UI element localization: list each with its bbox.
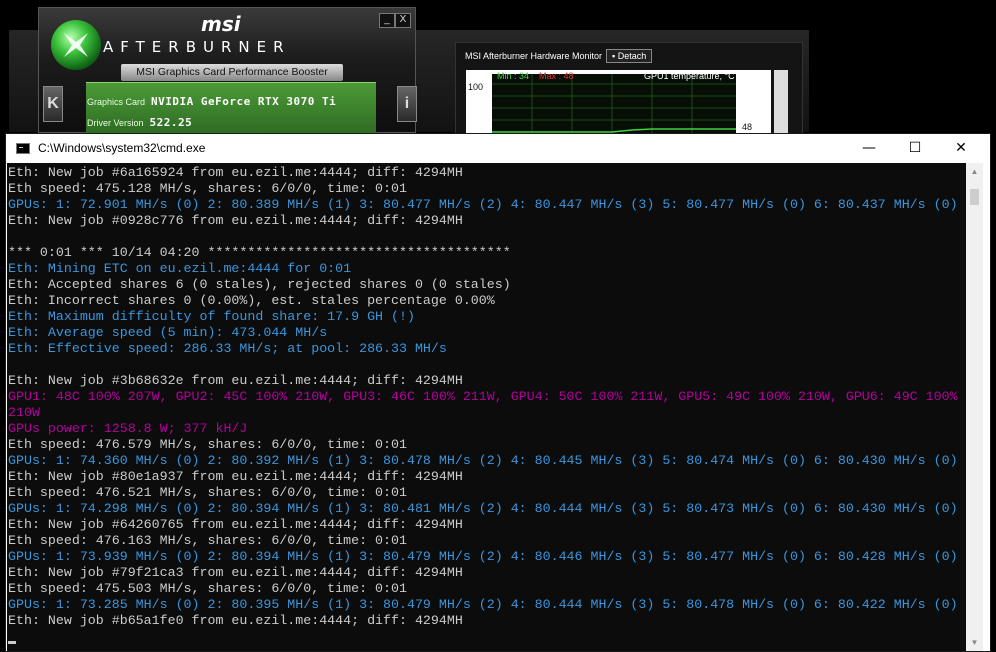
console-line: Eth: New job #0928c776 from eu.ezil.me:4…	[8, 213, 463, 228]
console-line: Eth: Average speed (5 min): 473.044 MH/s	[8, 325, 328, 340]
temperature-graph: Min : 34 Max : 48 GPU1 temperature, °C 1…	[466, 70, 771, 135]
graph-min-label: Min : 34	[497, 71, 530, 81]
hardware-monitor-window: MSI Afterburner Hardware Monitor ▪ Detac…	[455, 42, 803, 136]
afterburner-minimize-button[interactable]: _	[379, 13, 395, 28]
cmd-window: C:\Windows\system32\cmd.exe — ☐ ✕ Eth: N…	[5, 133, 991, 652]
hardware-monitor-title: MSI Afterburner Hardware Monitor	[465, 51, 603, 61]
console-line: Eth speed: 475.128 MH/s, shares: 6/0/0, …	[8, 181, 407, 196]
console-line: Eth: New job #3b68632e from eu.ezil.me:4…	[8, 373, 463, 388]
console-line: GPU1: 48C 100% 207W, GPU2: 45C 100% 210W…	[8, 389, 958, 404]
console-line: Eth speed: 475.503 MH/s, shares: 6/0/0, …	[8, 581, 407, 596]
console-line: GPUs: 1: 74.360 MH/s (0) 2: 80.392 MH/s …	[8, 453, 958, 468]
console-output[interactable]: Eth: New job #6a165924 from eu.ezil.me:4…	[7, 163, 966, 651]
console-line: GPUs: 1: 73.939 MH/s (0) 2: 80.394 MH/s …	[8, 549, 958, 564]
graph-grid	[492, 74, 736, 135]
console-line: Eth: New job #b65a1fe0 from eu.ezil.me:4…	[8, 613, 463, 628]
console-line: Eth: New job #79f21ca3 from eu.ezil.me:4…	[8, 565, 463, 580]
console-line: Eth: Mining ETC on eu.ezil.me:4444 for 0…	[8, 261, 352, 276]
detach-label: Detach	[617, 51, 647, 61]
hardware-monitor-scrollbar[interactable]	[774, 70, 788, 135]
console-line: 210W	[8, 405, 40, 420]
console-line: Eth speed: 476.521 MH/s, shares: 6/0/0, …	[8, 485, 407, 500]
graph-scale-top: 100	[468, 82, 484, 92]
graph-max-label: Max : 48	[539, 71, 574, 81]
afterburner-left-button[interactable]: K	[43, 86, 63, 122]
maximize-button[interactable]: ☐	[892, 134, 938, 163]
close-button[interactable]: ✕	[938, 134, 984, 163]
graph-plot-area	[492, 74, 736, 135]
afterburner-info-panel: Graphics Card NVIDIA GeForce RTX 3070 Ti …	[86, 82, 376, 135]
graphics-card-row: Graphics Card NVIDIA GeForce RTX 3070 Ti	[87, 95, 336, 108]
graphics-card-label: Graphics Card	[87, 97, 146, 107]
text-cursor	[8, 641, 16, 644]
driver-version-label: Driver Version	[87, 118, 144, 128]
console-line: *** 0:01 *** 10/14 04:20 ***************…	[8, 245, 511, 260]
driver-version-value: 522.25	[149, 116, 193, 129]
console-line: GPUs: 1: 72.901 MH/s (0) 2: 80.389 MH/s …	[8, 197, 958, 212]
console-line: Eth: Effective speed: 286.33 MH/s; at po…	[8, 341, 447, 356]
afterburner-title: Afterburner	[103, 38, 291, 56]
scroll-up-arrow-icon[interactable]: ▲	[966, 163, 983, 180]
afterburner-window: msi Afterburner _ X MSI Graphics Card Pe…	[38, 7, 417, 135]
driver-version-row: Driver Version 522.25	[87, 116, 192, 129]
scroll-thumb[interactable]	[970, 189, 979, 205]
xbox-style-logo-icon	[51, 20, 101, 70]
minimize-button[interactable]: —	[846, 134, 892, 163]
detach-button[interactable]: ▪ Detach	[606, 49, 653, 63]
cmd-app-icon[interactable]	[16, 143, 30, 154]
graph-current-value: 48	[742, 122, 753, 132]
console-line: Eth: Incorrect shares 0 (0.00%), est. st…	[8, 293, 495, 308]
temperature-line	[492, 128, 736, 133]
console-line: Eth: New job #64260765 from eu.ezil.me:4…	[8, 517, 463, 532]
graph-series-label: GPU1 temperature, °C	[644, 71, 735, 81]
console-line: GPUs: 1: 74.298 MH/s (0) 2: 80.394 MH/s …	[8, 501, 958, 516]
console-line: Eth: Accepted shares 6 (0 stales), rejec…	[8, 277, 511, 292]
console-line: Eth: Maximum difficulty of found share: …	[8, 309, 415, 324]
afterburner-info-button[interactable]: i	[397, 86, 417, 122]
graphics-card-value: NVIDIA GeForce RTX 3070 Ti	[151, 95, 337, 108]
console-line: GPUs: 1: 73.285 MH/s (0) 2: 80.395 MH/s …	[8, 597, 958, 612]
console-line: Eth speed: 476.163 MH/s, shares: 6/0/0, …	[8, 533, 407, 548]
console-line: Eth speed: 476.579 MH/s, shares: 6/0/0, …	[8, 437, 407, 452]
afterburner-close-button[interactable]: X	[395, 13, 411, 28]
console-line: GPUs power: 1258.8 W; 377 kH/J	[8, 421, 248, 436]
cmd-window-title: C:\Windows\system32\cmd.exe	[38, 141, 206, 155]
afterburner-subtitle: MSI Graphics Card Performance Booster	[121, 64, 343, 81]
console-line: Eth: New job #6a165924 from eu.ezil.me:4…	[8, 165, 463, 180]
scroll-down-arrow-icon[interactable]: ▼	[966, 634, 983, 651]
console-scrollbar[interactable]: ▲ ▼	[966, 163, 983, 651]
cmd-titlebar[interactable]: C:\Windows\system32\cmd.exe — ☐ ✕	[6, 134, 990, 163]
console-line: Eth: New job #80e1a937 from eu.ezil.me:4…	[8, 469, 463, 484]
msi-brand-logo: msi	[201, 12, 241, 36]
